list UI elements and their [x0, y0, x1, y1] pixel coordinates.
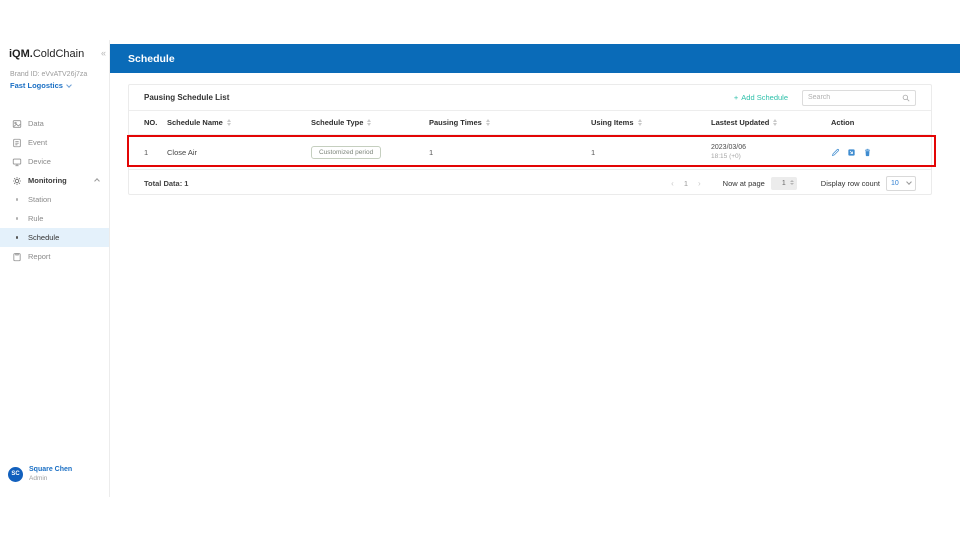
- sidebar-collapse-icon[interactable]: «: [101, 49, 106, 58]
- cell-schedule-name: Close Air: [167, 147, 198, 157]
- col-schedule-type[interactable]: Schedule Type: [311, 118, 429, 127]
- cell-no: 1: [144, 147, 149, 157]
- sort-icon[interactable]: [637, 119, 642, 126]
- cell-schedule-type: Customized period: [311, 145, 429, 159]
- col-no: NO.: [144, 118, 158, 127]
- chevron-up-icon: [94, 177, 100, 184]
- sidebar-item-label: Device: [28, 157, 51, 166]
- sidebar-item-report[interactable]: Report: [0, 247, 109, 266]
- schedule-panel: Pausing Schedule List + Add Schedule NO.…: [128, 84, 932, 195]
- pager-prev-icon[interactable]: ‹: [671, 179, 674, 188]
- cell-pausing-times: 1: [429, 147, 434, 157]
- row-count-select[interactable]: 10: [886, 175, 916, 191]
- sidebar-item-monitoring[interactable]: Monitoring: [0, 171, 109, 190]
- org-name: Fast Logostics: [10, 81, 63, 90]
- sort-icon[interactable]: [367, 119, 372, 126]
- sidebar-item-data[interactable]: Data: [0, 114, 109, 133]
- panel-title: Pausing Schedule List: [144, 93, 230, 102]
- col-schedule-name[interactable]: Schedule Name: [167, 118, 311, 127]
- sidebar-item-label: Data: [28, 119, 44, 128]
- monitoring-icon: [13, 176, 21, 185]
- user-name: Square Chen: [29, 466, 73, 474]
- sidebar-item-label: Report: [28, 252, 51, 261]
- sort-icon[interactable]: [773, 119, 778, 126]
- pager-next-icon[interactable]: ›: [698, 179, 701, 188]
- device-icon: [12, 158, 22, 166]
- page-title: Schedule: [128, 52, 175, 65]
- display-row-count-label: Display row count: [820, 178, 880, 188]
- updated-date: 2023/03/06: [711, 143, 747, 151]
- search-input[interactable]: [808, 94, 902, 101]
- col-lastest-updated[interactable]: Lastest Updated: [711, 118, 831, 127]
- search-icon: [902, 94, 910, 101]
- sidebar-item-label: Event: [28, 138, 48, 147]
- page-header: Schedule: [110, 44, 960, 73]
- cell-lastest-updated: 2023/03/06 18:15 (+0): [711, 143, 831, 162]
- sidebar-menu: Data Event Device Monitoring Station Rul…: [0, 114, 109, 266]
- sidebar-item-schedule[interactable]: Schedule: [0, 228, 109, 247]
- col-using-items[interactable]: Using Items: [591, 118, 711, 127]
- edit-icon[interactable]: [831, 148, 840, 157]
- avatar: SC: [8, 466, 23, 482]
- sidebar-item-label: Station: [28, 195, 52, 204]
- add-schedule-label: Add Schedule: [741, 93, 788, 102]
- sidebar-item-label: Schedule: [28, 233, 60, 242]
- sort-icon[interactable]: [485, 119, 490, 126]
- now-at-page-label: Now at page: [722, 178, 765, 188]
- logo-rest: ColdChain: [32, 48, 85, 60]
- pager-page-1[interactable]: 1: [684, 179, 688, 188]
- app-root: iQM.ColdChain « Brand ID: eVvATV26j7za F…: [0, 0, 960, 540]
- row-count-value: 10: [891, 179, 899, 187]
- cell-action: [831, 148, 916, 157]
- bullet-icon: [12, 236, 22, 239]
- brand-id: Brand ID: eVvATV26j7za: [10, 71, 88, 78]
- sidebar-item-event[interactable]: Event: [0, 133, 109, 152]
- logo-bold: iQM.: [9, 48, 33, 60]
- cell-using-items: 1: [591, 147, 596, 157]
- data-icon: [12, 119, 22, 128]
- plus-icon: +: [733, 93, 739, 102]
- report-icon: [13, 252, 21, 261]
- col-pausing-times[interactable]: Pausing Times: [429, 118, 591, 127]
- add-schedule-button[interactable]: + Add Schedule: [734, 93, 788, 102]
- chevron-down-icon: [66, 81, 72, 88]
- bullet-icon: [12, 217, 22, 220]
- chevron-down-icon: [906, 179, 912, 185]
- page-input-wrap: [770, 176, 797, 190]
- table-footer: Total Data: 1 ‹ 1 › Now at page Display …: [129, 169, 931, 196]
- search-box[interactable]: [802, 89, 916, 106]
- total-data: Total Data: 1: [144, 178, 189, 188]
- col-action: Action: [831, 118, 855, 127]
- panel-header: Pausing Schedule List + Add Schedule: [129, 85, 931, 111]
- bullet-icon: [12, 198, 22, 201]
- sidebar-item-station[interactable]: Station: [0, 190, 109, 209]
- record-icon[interactable]: [847, 148, 856, 157]
- sidebar-item-label: Monitoring: [28, 176, 67, 185]
- stepper-icon[interactable]: [789, 179, 794, 185]
- table-header-row: NO. Schedule Name Schedule Type Pausing …: [129, 111, 931, 134]
- sort-icon[interactable]: [226, 119, 231, 126]
- org-selector[interactable]: Fast Logostics: [10, 81, 72, 90]
- sidebar: iQM.ColdChain « Brand ID: eVvATV26j7za F…: [0, 40, 110, 497]
- updated-time: 18:15 (+0): [711, 153, 741, 161]
- sidebar-item-label: Rule: [28, 214, 44, 223]
- sidebar-item-rule[interactable]: Rule: [0, 209, 109, 228]
- user-menu[interactable]: SC Square Chen Admin: [8, 465, 72, 483]
- schedule-type-badge: Customized period: [311, 145, 382, 159]
- app-logo: iQM.ColdChain: [9, 48, 84, 60]
- event-icon: [13, 138, 21, 147]
- sidebar-item-device[interactable]: Device: [0, 152, 109, 171]
- table-row: 1 Close Air Customized period 1 1 2023/0…: [129, 134, 931, 169]
- user-role: Admin: [29, 474, 48, 482]
- delete-icon[interactable]: [863, 148, 872, 157]
